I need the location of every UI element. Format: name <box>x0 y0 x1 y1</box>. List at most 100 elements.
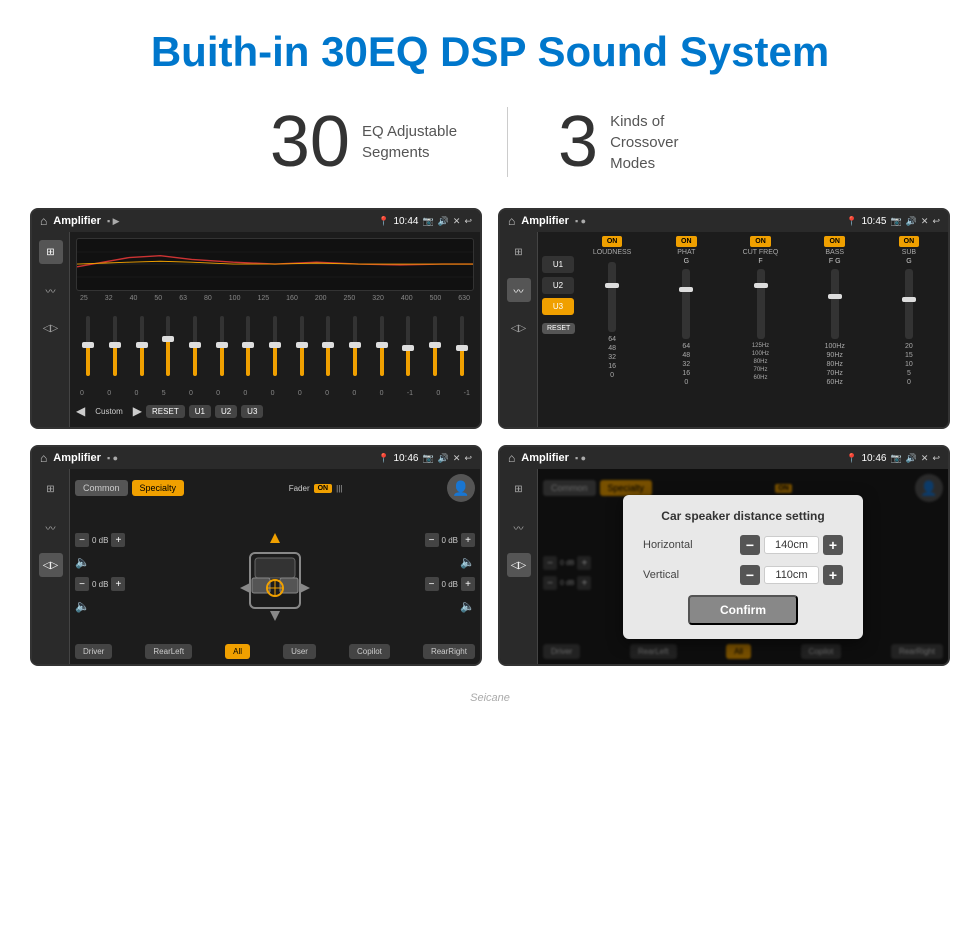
band-loudness-slider[interactable] <box>608 262 616 332</box>
user-btn-3[interactable]: User <box>283 644 316 659</box>
eq-slider-13[interactable] <box>423 306 448 386</box>
eq-slider-5[interactable] <box>209 306 234 386</box>
close-icon-3[interactable]: ✕ <box>453 453 461 464</box>
back-icon-3[interactable]: ↩ <box>464 453 472 464</box>
band-loudness-toggle[interactable]: ON <box>602 236 623 247</box>
camera-icon-4: 📷 <box>890 453 901 464</box>
home-icon-2[interactable]: ⌂ <box>508 214 515 228</box>
horizontal-minus-btn[interactable]: − <box>740 535 760 555</box>
band-phat-name: PHAT <box>677 249 695 256</box>
eq-slider-2[interactable] <box>129 306 154 386</box>
band-sub-slider[interactable] <box>905 269 913 339</box>
eq-slider-7[interactable] <box>263 306 288 386</box>
eq-u1-btn[interactable]: U1 <box>189 405 211 418</box>
fader-slider-3[interactable]: ||| <box>336 484 342 493</box>
rear-left-btn-3[interactable]: RearLeft <box>145 644 192 659</box>
band-phat-toggle[interactable]: ON <box>676 236 697 247</box>
close-icon-2[interactable]: ✕ <box>921 216 929 227</box>
wave-icon-2[interactable]: 〰 <box>507 278 531 302</box>
bottom-left-db: − 0 dB + <box>75 577 125 591</box>
eq-slider-0[interactable] <box>76 306 101 386</box>
home-icon-3[interactable]: ⌂ <box>40 451 47 465</box>
horizontal-label: Horizontal <box>643 539 713 551</box>
band-sub-toggle[interactable]: ON <box>899 236 920 247</box>
vertical-minus-btn[interactable]: − <box>740 565 760 585</box>
eq-slider-12[interactable] <box>396 306 421 386</box>
driver-btn-3[interactable]: Driver <box>75 644 112 659</box>
bottom-right-minus[interactable]: − <box>425 577 439 591</box>
home-icon-1[interactable]: ⌂ <box>40 214 47 228</box>
bottom-left-plus[interactable]: + <box>111 577 125 591</box>
back-icon-1[interactable]: ↩ <box>464 216 472 227</box>
eq-slider-6[interactable] <box>236 306 261 386</box>
top-right-plus[interactable]: + <box>461 533 475 547</box>
speaker-icon-left-rear: 🔈 <box>75 599 90 613</box>
stat-eq: 30 EQ AdjustableSegments <box>220 106 507 178</box>
close-icon-1[interactable]: ✕ <box>453 216 461 227</box>
eq-slider-14[interactable] <box>449 306 474 386</box>
tab-common-3[interactable]: Common <box>75 480 128 496</box>
band-bass-slider[interactable] <box>831 269 839 339</box>
bottom-left-minus[interactable]: − <box>75 577 89 591</box>
eq-slider-8[interactable] <box>289 306 314 386</box>
band-phat-slider[interactable] <box>682 269 690 339</box>
band-bass-toggle[interactable]: ON <box>824 236 845 247</box>
eq-freq-labels-1: 25 32 40 50 63 80 100 125 160 200 250 32… <box>76 295 474 302</box>
volume-icon-1: 🔊 <box>438 216 449 227</box>
back-icon-4[interactable]: ↩ <box>932 453 940 464</box>
crossover-reset-btn[interactable]: RESET <box>542 323 575 334</box>
horizontal-plus-btn[interactable]: + <box>823 535 843 555</box>
eq-next-btn[interactable]: ▶ <box>133 404 142 418</box>
wave-icon-1[interactable]: 〰 <box>39 278 63 302</box>
avatar-btn-3[interactable]: 👤 <box>447 474 475 502</box>
eq-u3-btn[interactable]: U3 <box>241 405 263 418</box>
icons-3: ▪ ● <box>107 453 118 463</box>
rear-right-btn-3[interactable]: RearRight <box>423 644 475 659</box>
speaker-icon-4[interactable]: ◁▷ <box>507 553 531 577</box>
eq-slider-3[interactable] <box>156 306 181 386</box>
wave-icon-3[interactable]: 〰 <box>39 515 63 539</box>
eq-icon-2[interactable]: ⊞ <box>507 240 531 264</box>
wave-icon-4[interactable]: 〰 <box>507 515 531 539</box>
band-cutfreq-toggle[interactable]: ON <box>750 236 771 247</box>
play-icon-1[interactable]: ▪ ▶ <box>107 216 120 227</box>
all-btn-3[interactable]: All <box>225 644 250 659</box>
preset-u2[interactable]: U2 <box>542 277 574 294</box>
car-svg <box>235 523 315 623</box>
bottom-right-plus[interactable]: + <box>461 577 475 591</box>
home-icon-4[interactable]: ⌂ <box>508 451 515 465</box>
screenshots-grid: ⌂ Amplifier ▪ ▶ 📍 10:44 📷 🔊 ✕ ↩ ⊞ 〰 ◁▷ <box>0 208 980 686</box>
preset-u1[interactable]: U1 <box>542 256 574 273</box>
eq-icon-3[interactable]: ⊞ <box>39 477 63 501</box>
eq-slider-1[interactable] <box>103 306 128 386</box>
copilot-btn-3[interactable]: Copilot <box>349 644 390 659</box>
top-tabs-3: Common Specialty <box>75 480 184 496</box>
preset-u3[interactable]: U3 <box>542 298 574 315</box>
eq-prev-btn[interactable]: ◀ <box>76 404 85 418</box>
eq-reset-btn[interactable]: RESET <box>146 405 185 418</box>
eq-u2-btn[interactable]: U2 <box>215 405 237 418</box>
eq-slider-4[interactable] <box>183 306 208 386</box>
vertical-plus-btn[interactable]: + <box>823 565 843 585</box>
eq-icon-4[interactable]: ⊞ <box>507 477 531 501</box>
confirm-button[interactable]: Confirm <box>688 595 798 625</box>
tab-specialty-3[interactable]: Specialty <box>132 480 185 496</box>
top-right-minus[interactable]: − <box>425 533 439 547</box>
speaker-icon-2[interactable]: ◁▷ <box>507 316 531 340</box>
top-left-minus[interactable]: − <box>75 533 89 547</box>
band-bass-param: F G <box>829 258 841 265</box>
crossover-bands: ON LOUDNESS 64 48 32 16 0 ON <box>577 236 944 423</box>
fader-toggle-3[interactable]: ON <box>314 484 333 493</box>
eq-slider-10[interactable] <box>343 306 368 386</box>
eq-slider-9[interactable] <box>316 306 341 386</box>
location-icon-4: 📍 <box>846 453 857 464</box>
screen-content-4: ⊞ 〰 ◁▷ Common Specialty ON 👤 <box>500 469 948 664</box>
eq-icon-1[interactable]: ⊞ <box>39 240 63 264</box>
band-cutfreq-slider[interactable] <box>757 269 765 339</box>
close-icon-4[interactable]: ✕ <box>921 453 929 464</box>
top-left-plus[interactable]: + <box>111 533 125 547</box>
speaker-icon-1[interactable]: ◁▷ <box>39 316 63 340</box>
eq-slider-11[interactable] <box>369 306 394 386</box>
back-icon-2[interactable]: ↩ <box>932 216 940 227</box>
speaker-icon-3[interactable]: ◁▷ <box>39 553 63 577</box>
